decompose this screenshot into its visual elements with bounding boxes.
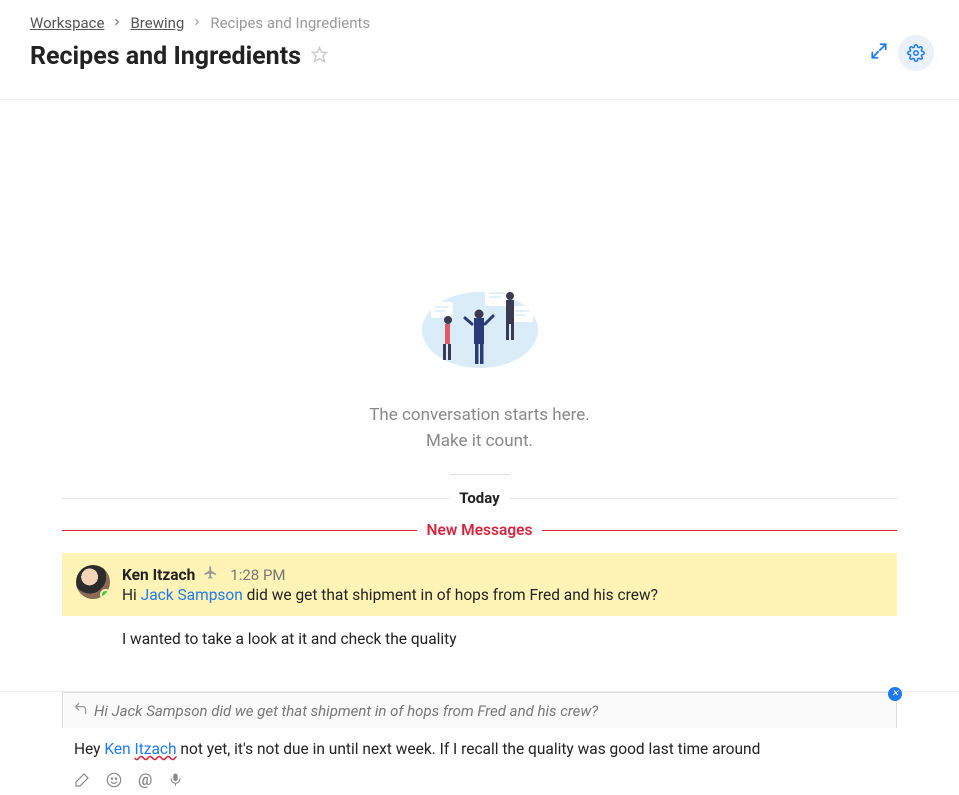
message-header: Ken Itzach 1:28 PM [122,565,883,584]
header-actions [870,35,934,71]
reply-context: Hi Jack Sampson did we get that shipment… [62,692,897,728]
mic-button[interactable] [168,770,183,789]
message-time: 1:28 PM [230,566,285,584]
composer: Hi Jack Sampson did we get that shipment… [0,691,959,795]
breadcrumb-root[interactable]: Workspace [30,14,104,32]
empty-line2: Make it count. [0,429,959,455]
day-label: Today [459,489,499,507]
chevron-right-icon [192,16,202,30]
presence-indicator [100,589,110,599]
breadcrumb-parent[interactable]: Brewing [130,14,184,32]
day-separator: Today [62,489,897,507]
message-highlighted: Ken Itzach 1:28 PM Hi Jack Sampson did w… [62,553,897,616]
gear-icon [907,44,925,62]
airplane-icon [203,565,218,584]
page-title: Recipes and Ingredients [30,42,301,71]
message: Ken Itzach 1:28 PM Hi Jack Sampson did w… [62,553,897,648]
header: Workspace Brewing Recipes and Ingredient… [0,0,959,100]
message-text: Hi Jack Sampson did we get that shipment… [122,586,883,604]
star-icon[interactable] [311,46,328,68]
chevron-right-icon [112,16,122,30]
mention-button[interactable]: @ [138,770,152,789]
reply-context-text: Hi Jack Sampson did we get that shipment… [94,702,598,720]
avatar[interactable] [76,565,110,599]
message-body: Ken Itzach 1:28 PM Hi Jack Sampson did w… [122,565,883,604]
divider [450,474,510,475]
expand-icon[interactable] [870,42,888,64]
composer-toolbar: @ [62,762,897,789]
composer-mention[interactable]: Ken Itzach [104,740,176,758]
mention-link[interactable]: Jack Sampson [141,586,243,604]
new-messages-label: New Messages [427,521,533,539]
main-content: The conversation starts here. Make it co… [0,100,959,680]
new-messages-separator: New Messages [62,521,897,539]
reply-icon [73,701,88,720]
attach-button[interactable] [74,770,90,789]
breadcrumb: Workspace Brewing Recipes and Ingredient… [30,14,929,32]
breadcrumb-current: Recipes and Ingredients [210,14,370,32]
empty-line1: The conversation starts here. [0,403,959,429]
empty-state-illustration [0,280,959,375]
empty-state-text: The conversation starts here. Make it co… [0,403,959,454]
composer-input[interactable]: Hey Ken Itzach not yet, it's not due in … [62,728,897,762]
settings-button[interactable] [898,35,934,71]
message-followup: I wanted to take a look at it and check … [62,630,897,648]
message-author[interactable]: Ken Itzach [122,566,195,584]
close-reply-button[interactable]: ✕ [888,687,902,701]
emoji-button[interactable] [106,770,122,789]
page-title-row: Recipes and Ingredients [30,42,929,71]
